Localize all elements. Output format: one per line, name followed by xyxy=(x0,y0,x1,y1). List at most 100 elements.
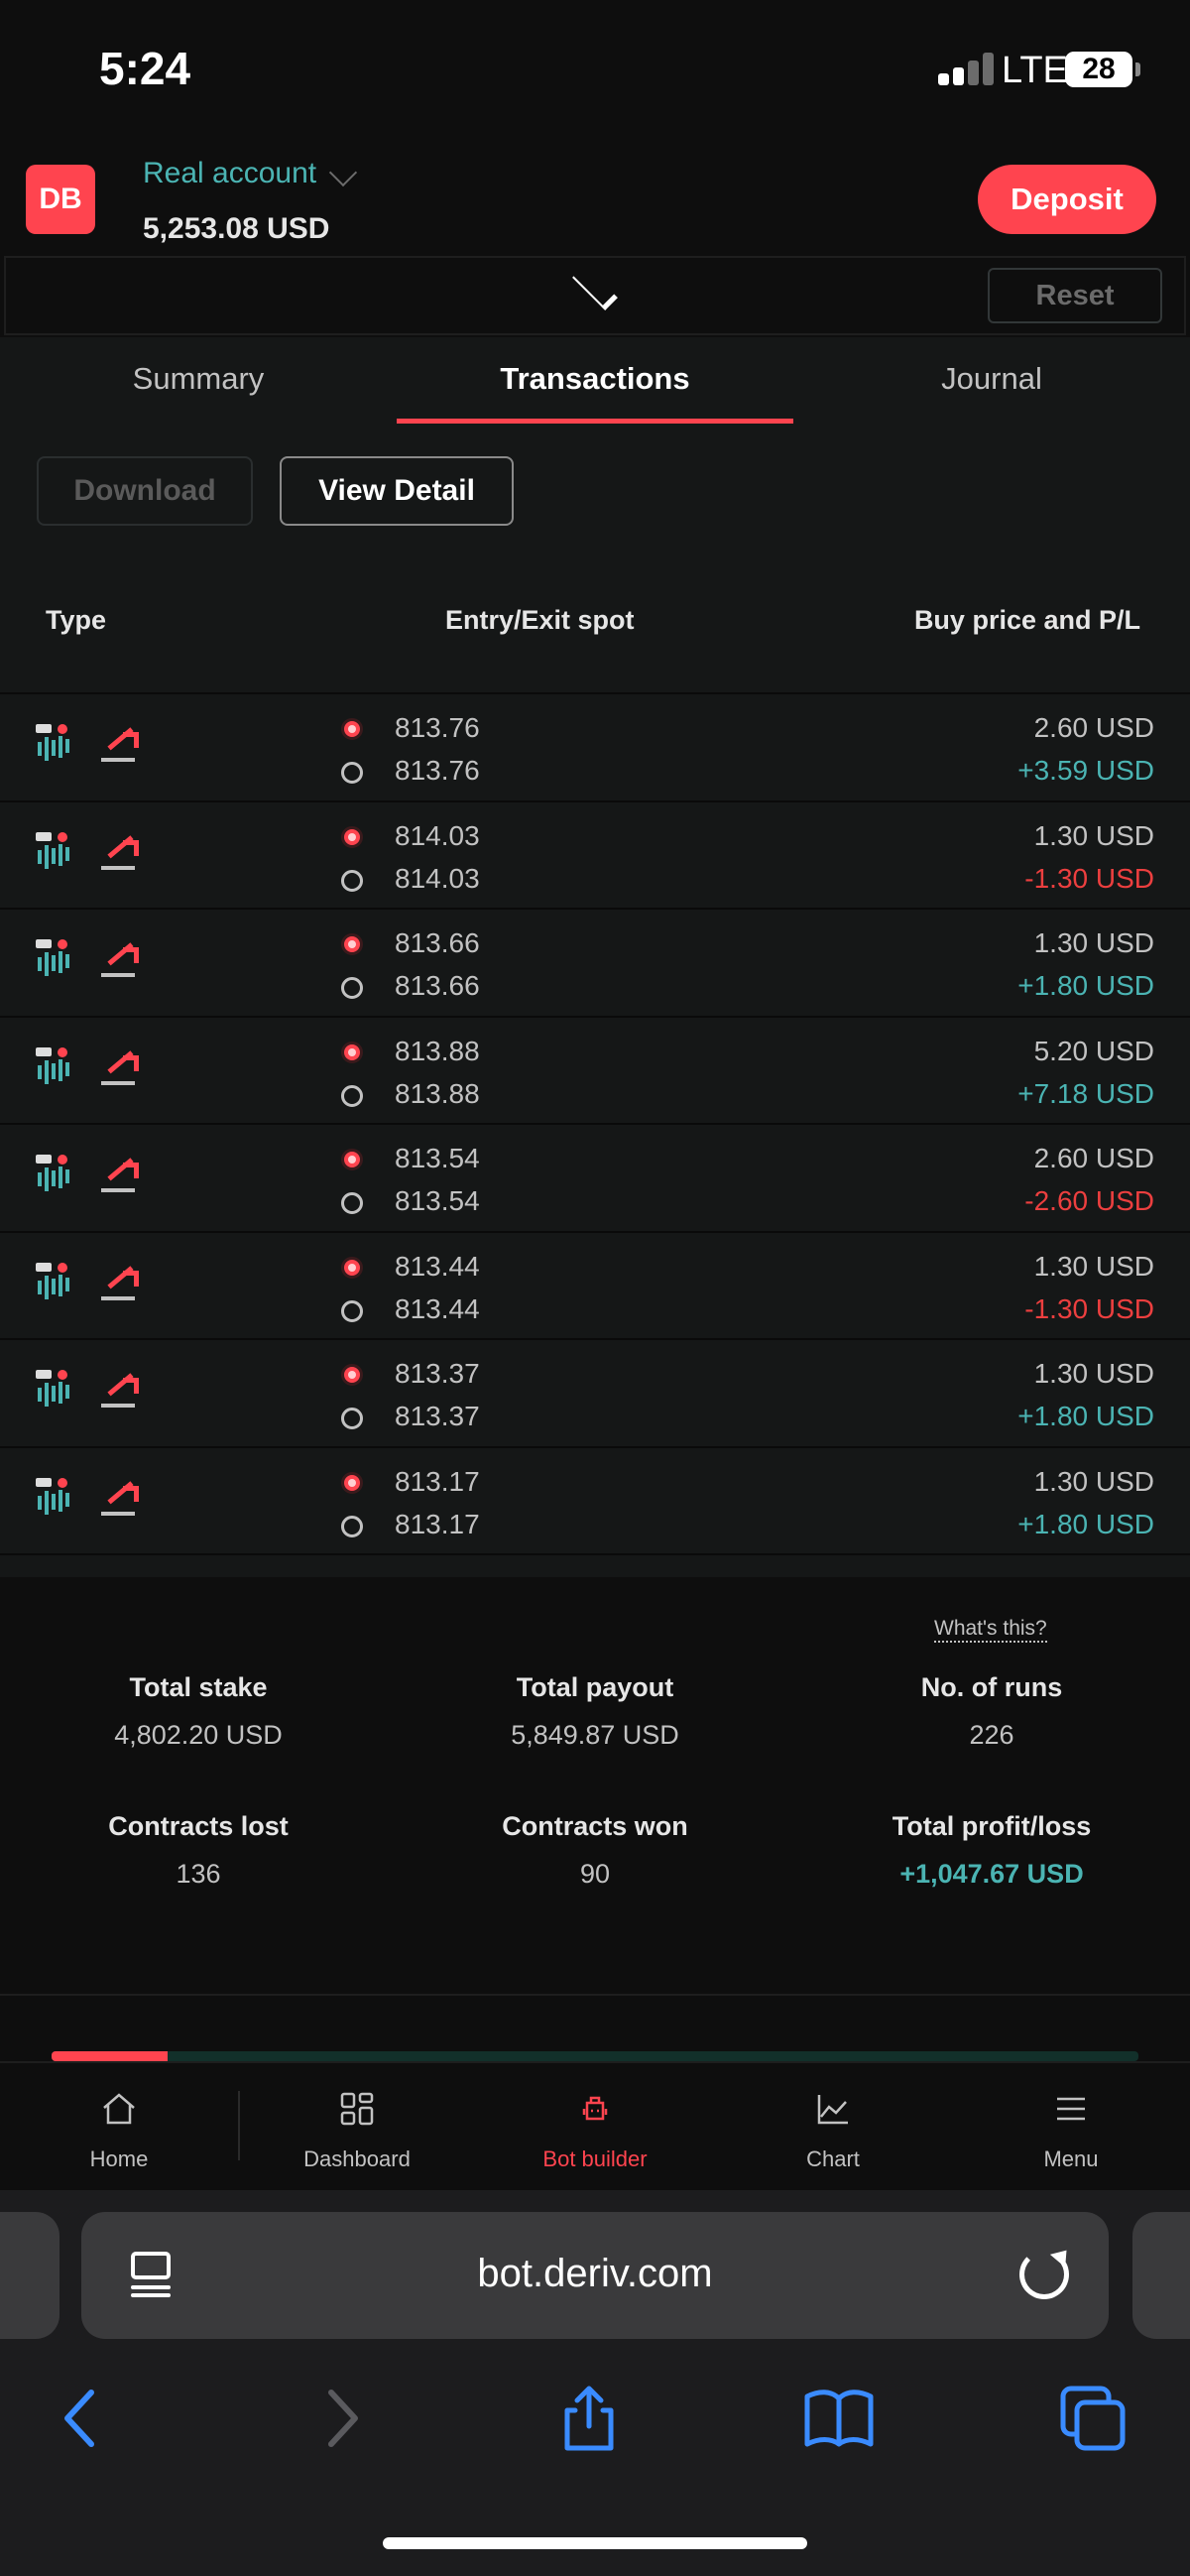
profit-loss: -2.60 USD xyxy=(1024,1185,1154,1216)
tab-journal[interactable]: Journal xyxy=(793,361,1190,397)
nav-chart[interactable]: Chart xyxy=(714,2063,952,2192)
table-row[interactable]: 814.03 814.03 1.30 USD -1.30 USD xyxy=(0,802,1190,910)
profit-loss: +1.80 USD xyxy=(1017,1401,1154,1431)
nav-bot-builder[interactable]: Bot builder xyxy=(476,2063,714,2192)
table-row[interactable]: 813.66 813.66 1.30 USD +1.80 USD xyxy=(0,910,1190,1018)
tab-summary[interactable]: Summary xyxy=(0,361,397,397)
contract-type-icon xyxy=(36,831,73,872)
share-icon[interactable] xyxy=(549,2379,629,2458)
status-bar: 5:24 LTE 28 xyxy=(0,0,1190,139)
rise-arrow-icon xyxy=(101,1158,141,1196)
battery-icon: 28 xyxy=(1065,52,1132,87)
reset-button[interactable]: Reset xyxy=(988,268,1162,323)
table-row[interactable]: 813.88 813.88 5.20 USD +7.18 USD xyxy=(0,1018,1190,1125)
nav-dashboard[interactable]: Dashboard xyxy=(238,2063,476,2192)
exit-spot: 813.54 xyxy=(395,1185,480,1216)
rise-arrow-icon xyxy=(101,1265,141,1304)
home-indicator[interactable] xyxy=(383,2537,807,2549)
exit-spot: 813.76 xyxy=(395,755,480,786)
runs-label: No. of runs xyxy=(920,1672,1063,1702)
chart-icon xyxy=(817,2095,848,2125)
exit-spot: 813.88 xyxy=(395,1077,480,1109)
entry-spot-marker-icon xyxy=(341,1471,363,1494)
url-text[interactable]: bot.deriv.com xyxy=(81,2252,1109,2296)
buy-price: 1.30 USD xyxy=(1033,927,1154,958)
view-detail-button[interactable]: View Detail xyxy=(280,456,514,526)
app-header: DB Real account 5,253.08 USD Deposit xyxy=(0,139,1190,256)
total-payout-label: Total payout xyxy=(516,1672,674,1702)
rise-arrow-icon xyxy=(101,727,141,766)
total-stake-value: 4,802.20 USD xyxy=(114,1720,283,1750)
entry-spot: 813.37 xyxy=(395,1358,480,1389)
run-panel: Summary Transactions Journal Download Vi… xyxy=(0,337,1190,1577)
menu-icon xyxy=(1057,2097,1085,2121)
contract-type-icon xyxy=(36,1477,73,1518)
runs-value: 226 xyxy=(969,1720,1014,1750)
rise-arrow-icon xyxy=(101,942,141,981)
nav-dashboard-label: Dashboard xyxy=(303,2147,411,2171)
account-switcher[interactable]: Real account xyxy=(143,157,316,190)
nav-menu[interactable]: Menu xyxy=(952,2063,1190,2192)
chevron-down-icon[interactable] xyxy=(328,158,358,187)
bot-builder-icon xyxy=(582,2096,608,2121)
exit-spot: 813.37 xyxy=(395,1401,480,1431)
forward-icon[interactable] xyxy=(299,2379,379,2458)
rise-arrow-icon xyxy=(101,834,141,874)
previous-tab-preview[interactable] xyxy=(0,2212,60,2339)
run-progress-fill xyxy=(52,2051,169,2061)
whats-this-link[interactable]: What's this? xyxy=(934,1617,1047,1643)
column-header-spot: Entry/Exit spot xyxy=(445,605,635,635)
entry-spot: 813.76 xyxy=(395,712,480,743)
account-balance: 5,253.08 USD xyxy=(143,212,330,245)
status-time: 5:24 xyxy=(99,43,191,94)
buy-price: 1.30 USD xyxy=(1033,819,1154,851)
table-row[interactable]: 813.37 813.37 1.30 USD +1.80 USD xyxy=(0,1340,1190,1448)
table-row[interactable]: 813.76 813.76 2.60 USD +3.59 USD xyxy=(0,694,1190,802)
contract-type-icon xyxy=(36,724,73,764)
dashboard-icon xyxy=(340,2092,374,2126)
deposit-button[interactable]: Deposit xyxy=(978,165,1156,234)
tab-transactions[interactable]: Transactions xyxy=(397,361,793,397)
address-bar[interactable]: bot.deriv.com xyxy=(81,2212,1109,2339)
column-header-price: Buy price and P/L xyxy=(913,605,1140,635)
exit-spot: 813.66 xyxy=(395,970,480,1001)
next-tab-preview[interactable] xyxy=(1132,2212,1190,2339)
exit-spot-marker-icon xyxy=(341,1084,363,1107)
tabs-icon[interactable] xyxy=(1053,2379,1132,2458)
table-row[interactable]: 813.54 813.54 2.60 USD -2.60 USD xyxy=(0,1125,1190,1233)
profit-loss: -1.30 USD xyxy=(1024,862,1154,894)
reload-icon[interactable] xyxy=(1019,2250,1069,2299)
nav-home[interactable]: Home xyxy=(0,2063,238,2192)
chevron-down-icon[interactable] xyxy=(572,265,618,310)
bookmarks-icon[interactable] xyxy=(799,2379,879,2458)
exit-spot-marker-icon xyxy=(341,1408,363,1429)
nav-bot-builder-label: Bot builder xyxy=(542,2147,648,2171)
download-button[interactable]: Download xyxy=(37,456,253,526)
buy-price: 2.60 USD xyxy=(1033,1143,1154,1173)
profit-loss: +1.80 USD xyxy=(1017,970,1154,1001)
contracts-won-value: 90 xyxy=(579,1859,611,1889)
table-row[interactable]: 813.44 813.44 1.30 USD -1.30 USD xyxy=(0,1233,1190,1340)
buy-price: 1.30 USD xyxy=(1033,1250,1154,1282)
total-profit-loss-label: Total profit/loss xyxy=(892,1811,1092,1841)
nav-home-label: Home xyxy=(89,2147,149,2171)
exit-spot: 814.03 xyxy=(395,862,480,894)
back-icon[interactable] xyxy=(44,2379,123,2458)
rise-arrow-icon xyxy=(101,1373,141,1411)
table-row[interactable]: 813.17 813.17 1.30 USD +1.80 USD xyxy=(0,1448,1190,1555)
battery-tip xyxy=(1135,62,1140,76)
nav-menu-label: Menu xyxy=(1043,2147,1099,2171)
total-profit-loss-value: +1,047.67 USD xyxy=(899,1859,1084,1889)
contract-type-icon xyxy=(36,939,73,979)
entry-spot-marker-icon xyxy=(341,825,363,848)
entry-spot-marker-icon xyxy=(341,718,363,740)
buy-price: 1.30 USD xyxy=(1033,1358,1154,1389)
rise-arrow-icon xyxy=(101,1049,141,1089)
exit-spot-marker-icon xyxy=(341,1515,363,1537)
contract-type-icon xyxy=(36,1046,73,1087)
exit-spot-marker-icon xyxy=(341,977,363,999)
rise-arrow-icon xyxy=(101,1480,141,1520)
transactions-list: 813.76 813.76 2.60 USD +3.59 USD 814.03 814.0… xyxy=(0,694,1190,1555)
browser-chrome: bot.deriv.com xyxy=(0,2190,1190,2576)
entry-spot-marker-icon xyxy=(341,1041,363,1063)
